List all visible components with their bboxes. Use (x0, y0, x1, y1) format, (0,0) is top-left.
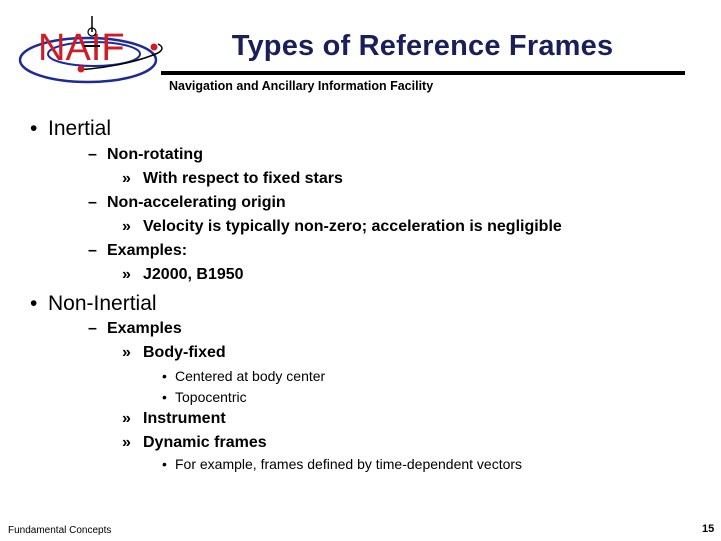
bullet-item-level3: » Body-fixed (122, 344, 226, 362)
page-number: 15 (702, 523, 715, 535)
naif-logo: NAIF (18, 16, 163, 84)
bullet-text: J2000, B1950 (143, 266, 244, 283)
bullet-item-level4: • Topocentric (162, 389, 247, 405)
bullet-text: Centered at body center (175, 368, 326, 384)
bullet-marker: – (88, 146, 97, 163)
bullet-item-level4: • Centered at body center (162, 368, 325, 384)
bullet-text: With respect to fixed stars (143, 170, 343, 187)
title-rule (161, 71, 685, 75)
bullet-item-level2: – Examples (88, 320, 182, 338)
bullet-item-level1: • Non-Inertial (30, 292, 157, 316)
logo-planet-dot (77, 65, 85, 73)
bullet-text: Body-fixed (143, 344, 226, 361)
logo-text: NAIF (38, 27, 125, 69)
bullet-item-level1: • Inertial (30, 117, 111, 141)
bullet-marker: » (122, 266, 131, 283)
bullet-item-level4: • For example, frames defined by time-dep… (162, 456, 522, 472)
bullet-text: Inertial (48, 117, 112, 140)
bullet-marker: • (30, 117, 38, 140)
bullet-marker: » (122, 218, 131, 235)
bullet-marker: » (122, 344, 131, 361)
footer-section: Fundamental Concepts (8, 525, 112, 536)
slide-title: Types of Reference Frames (231, 30, 614, 62)
bullet-text: Non-Inertial (48, 292, 157, 315)
bullet-marker: • (162, 389, 167, 405)
bullet-text: Topocentric (175, 389, 247, 405)
bullet-marker: • (162, 368, 167, 384)
bullet-text: Dynamic frames (143, 434, 267, 451)
bullet-marker: – (88, 320, 97, 337)
bullet-item-level3: » Velocity is typically non-zero; acceler… (122, 218, 562, 236)
bullet-text: Instrument (143, 410, 226, 427)
slide-subtitle: Navigation and Ancillary Information Fac… (169, 79, 434, 93)
bullet-marker: » (122, 410, 131, 427)
bullet-text: Examples (107, 320, 182, 337)
bullet-item-level3: » With respect to fixed stars (122, 170, 343, 188)
bullet-item-level3: » Dynamic frames (122, 434, 267, 452)
bullet-text: Non-rotating (107, 146, 203, 163)
bullet-item-level3: » J2000, B1950 (122, 266, 244, 284)
bullet-marker: • (30, 292, 38, 315)
bullet-item-level3: » Instrument (122, 410, 226, 428)
bullet-text: Non-accelerating origin (107, 194, 286, 211)
bullet-text: Examples: (107, 242, 188, 259)
bullet-item-level2: – Examples: (88, 242, 187, 260)
bullet-marker: » (122, 170, 131, 187)
logo-planet-dot (150, 43, 158, 51)
bullet-item-level2: – Non-accelerating origin (88, 194, 286, 212)
bullet-marker: • (162, 456, 167, 472)
bullet-text: Velocity is typically non-zero; accelera… (143, 218, 562, 235)
bullet-marker: – (88, 194, 97, 211)
bullet-text: For example, frames defined by time-depe… (175, 456, 523, 472)
bullet-item-level2: – Non-rotating (88, 146, 203, 164)
bullet-marker: – (88, 242, 97, 259)
bullet-marker: » (122, 434, 131, 451)
